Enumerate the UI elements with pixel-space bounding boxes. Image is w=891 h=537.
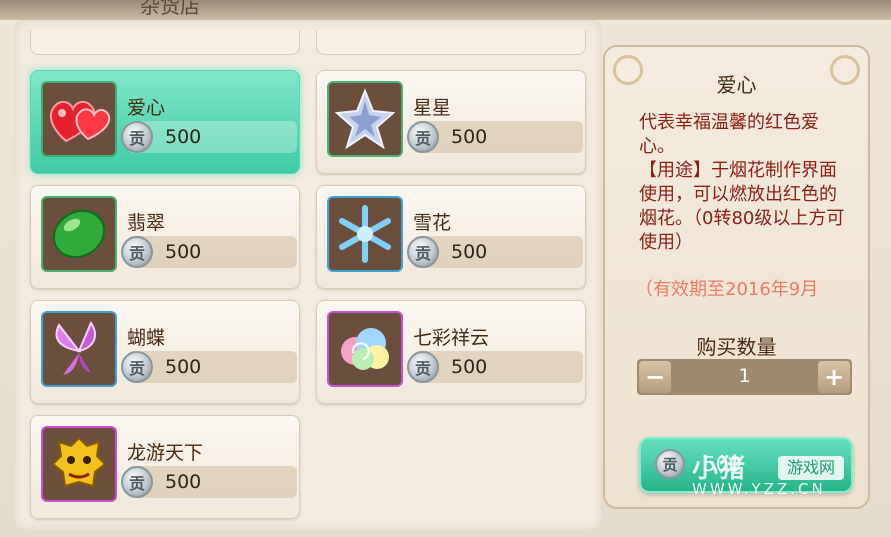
watermark-badge: 游戏网 bbox=[778, 456, 844, 480]
item-price: 500 bbox=[451, 241, 488, 263]
item-detail-panel: 爱心 代表幸福温馨的红色爱心。 【用途】于烟花制作界面使用，可以燃放出红色的烟花… bbox=[603, 45, 870, 509]
item-name: 爱心 bbox=[127, 97, 166, 119]
contribution-coin-icon: 贡 bbox=[407, 351, 439, 383]
detail-title: 爱心 bbox=[716, 73, 757, 97]
item-name: 七彩祥云 bbox=[413, 327, 490, 349]
contribution-coin-icon: 贡 bbox=[121, 466, 153, 498]
item-price: 500 bbox=[451, 126, 488, 148]
item-card-rainbow-cloud[interactable]: 七彩祥云 贡 500 bbox=[316, 300, 586, 404]
item-card-jade[interactable]: 翡翠 贡 500 bbox=[30, 185, 300, 289]
contribution-coin-icon: 贡 bbox=[121, 351, 153, 383]
item-price: 500 bbox=[165, 471, 202, 493]
item-card-butterfly[interactable]: 蝴蝶 贡 500 bbox=[30, 300, 300, 404]
snowflake-icon bbox=[327, 196, 403, 272]
item-card-heart[interactable]: 爱心 贡 500 bbox=[30, 70, 300, 174]
usage-text: 【用途】于烟花制作界面使用，可以燃放出红色的烟花。（0转80级以上方可使用） bbox=[639, 160, 845, 253]
quantity-stepper: − 1 + bbox=[637, 359, 852, 395]
minus-button[interactable]: − bbox=[639, 361, 671, 393]
contribution-coin-icon: 贡 bbox=[655, 449, 685, 479]
watermark-url: WWW.YZZ.CN bbox=[692, 480, 826, 498]
item-name: 翡翠 bbox=[127, 212, 166, 234]
contribution-coin-icon: 贡 bbox=[407, 121, 439, 153]
scrolled-row-edge bbox=[30, 30, 300, 55]
rainbow-cloud-icon bbox=[327, 311, 403, 387]
contribution-coin-icon: 贡 bbox=[407, 236, 439, 268]
item-description: 代表幸福温馨的红色爱心。 【用途】于烟花制作界面使用，可以燃放出红色的烟花。（0… bbox=[639, 111, 854, 255]
description-text: 代表幸福温馨的红色爱心。 bbox=[639, 112, 819, 157]
item-price: 500 bbox=[165, 126, 202, 148]
item-price: 500 bbox=[451, 356, 488, 378]
item-name: 龙游天下 bbox=[127, 442, 204, 464]
item-price: 500 bbox=[165, 356, 202, 378]
quantity-label: 购买数量 bbox=[696, 335, 777, 359]
plus-button[interactable]: + bbox=[818, 361, 850, 393]
dragon-head-icon bbox=[41, 426, 117, 502]
title-strip: 杂货店 bbox=[0, 0, 891, 20]
expiry-text: （有效期至2016年9月 bbox=[635, 279, 819, 300]
item-name: 蝴蝶 bbox=[127, 327, 166, 349]
site-watermark: 小猪 游戏网 WWW.YZZ.CN bbox=[692, 448, 882, 500]
shop-window: 杂货店 爱心 贡 500 星星 贡 500 翡翠 贡 500 雪花 贡 500 … bbox=[0, 0, 891, 537]
item-price: 500 bbox=[165, 241, 202, 263]
item-grid[interactable]: 爱心 贡 500 星星 贡 500 翡翠 贡 500 雪花 贡 500 蝴蝶 贡… bbox=[14, 20, 602, 530]
item-name: 星星 bbox=[413, 97, 452, 119]
item-card-dragon[interactable]: 龙游天下 贡 500 bbox=[30, 415, 300, 519]
heart-icon bbox=[41, 81, 117, 157]
item-card-snowflake[interactable]: 雪花 贡 500 bbox=[316, 185, 586, 289]
jade-icon bbox=[41, 196, 117, 272]
contribution-coin-icon: 贡 bbox=[121, 236, 153, 268]
item-name: 雪花 bbox=[413, 212, 452, 234]
quantity-value[interactable]: 1 bbox=[687, 365, 802, 387]
contribution-coin-icon: 贡 bbox=[121, 121, 153, 153]
shop-title: 杂货店 bbox=[140, 0, 200, 18]
butterfly-icon bbox=[41, 311, 117, 387]
star-icon bbox=[327, 81, 403, 157]
item-card-star[interactable]: 星星 贡 500 bbox=[316, 70, 586, 174]
scrolled-row-edge bbox=[316, 30, 586, 55]
